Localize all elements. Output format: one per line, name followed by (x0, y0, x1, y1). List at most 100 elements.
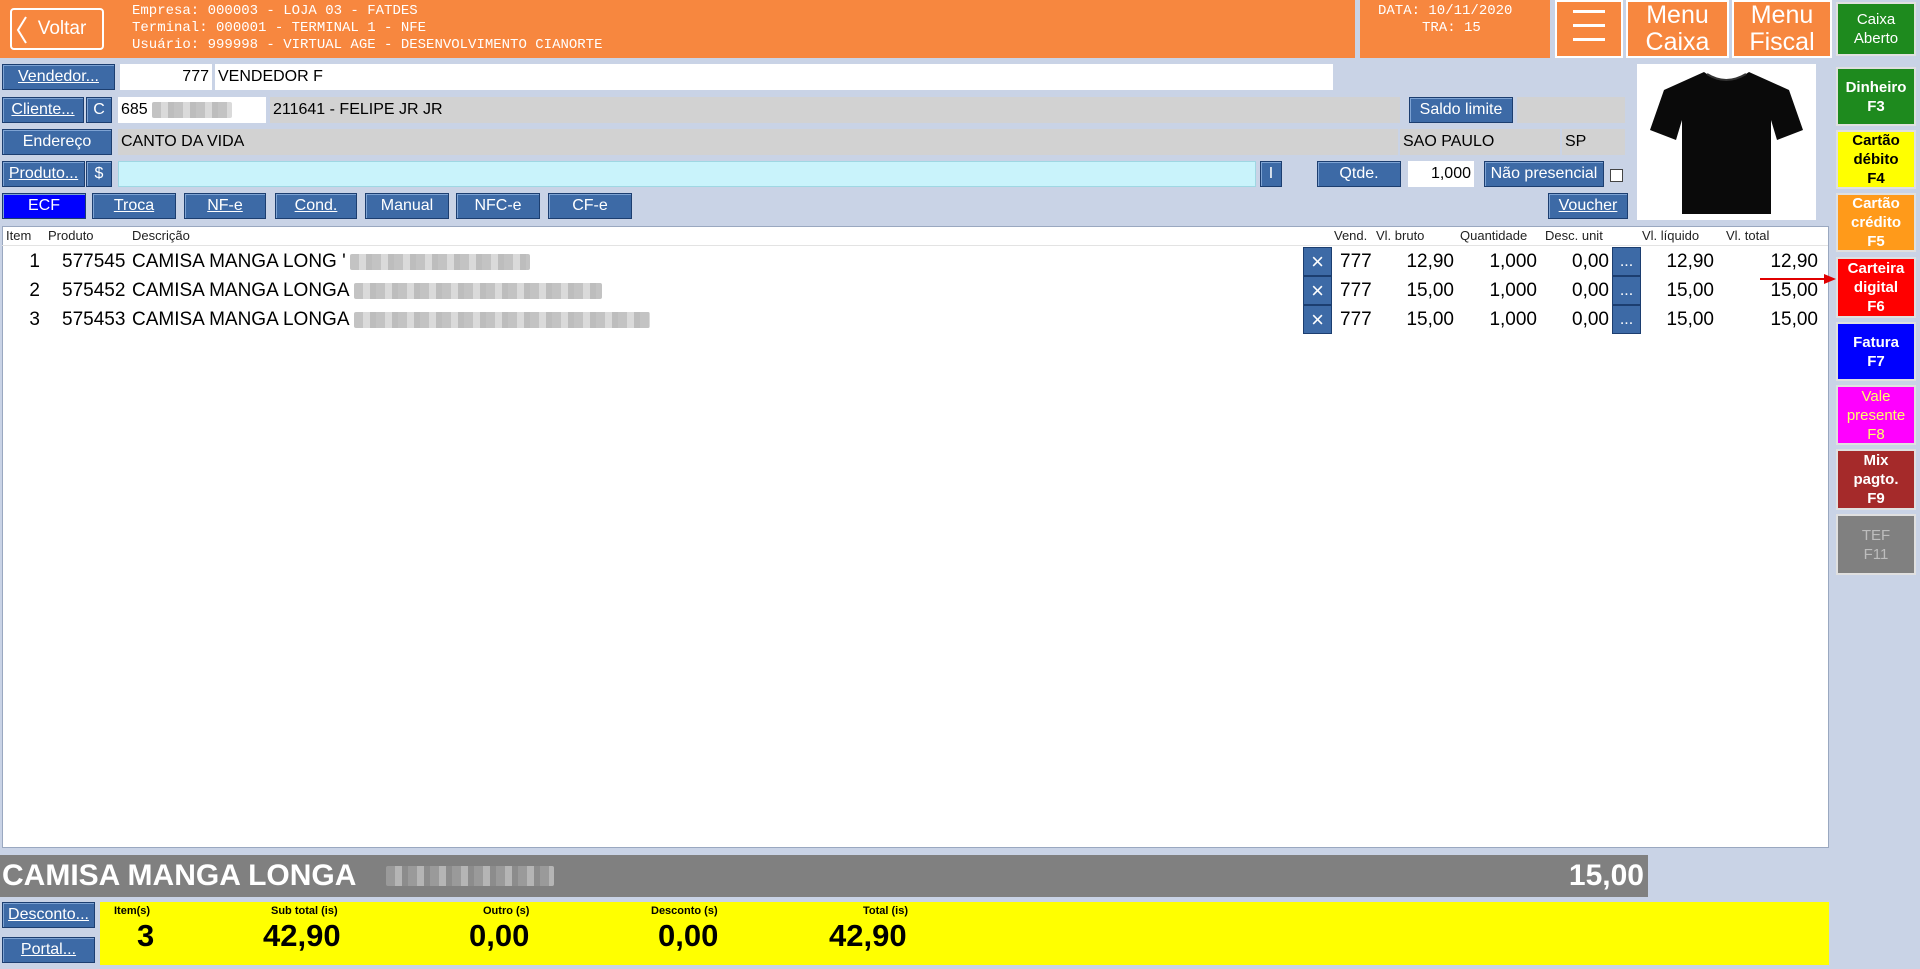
table-row[interactable]: 1 577545 CAMISA MANGA LONG ' × 777 12,90… (0, 247, 1832, 276)
cell-vl-total: 15,00 (1770, 308, 1818, 330)
pay-tef-button[interactable]: TEF F11 (1836, 514, 1916, 575)
cell-delete[interactable]: × (1303, 305, 1332, 334)
pay-carteira-digital-button[interactable]: Carteira digital F6 (1836, 257, 1916, 318)
back-button[interactable]: Voltar (10, 8, 104, 50)
cell-descricao: CAMISA MANGA LONG ' (132, 247, 530, 276)
hamburger-menu-button[interactable] (1555, 0, 1623, 58)
cell-produto: 577545 (62, 250, 126, 272)
tab-nfe[interactable]: NF-e (184, 193, 266, 219)
more-icon[interactable]: ... (1612, 305, 1641, 334)
redacted-text (353, 282, 602, 299)
cell-desc-unit: 0,00 (1572, 250, 1609, 272)
tab-ecf[interactable]: ECF (2, 193, 86, 219)
hamburger-icon (1571, 6, 1607, 52)
tab-cfe[interactable]: CF-e (548, 193, 632, 219)
nao-presencial-button[interactable]: Não presencial (1484, 161, 1604, 187)
cell-vend: 777 (1340, 250, 1372, 272)
tab-nfce[interactable]: NFC-e (456, 193, 540, 219)
value-items: 3 (137, 918, 155, 953)
cell-desc-details[interactable]: ... (1612, 276, 1641, 305)
terminal-line: Terminal: 000001 - TERMINAL 1 - NFE (132, 20, 427, 36)
i-button[interactable]: I (1260, 161, 1282, 187)
pay-dinheiro-button[interactable]: Dinheiro F3 (1836, 67, 1916, 126)
cliente-button[interactable]: Cliente... (2, 97, 84, 123)
pay-label: Vale (1861, 387, 1891, 405)
produto-search-input[interactable] (118, 161, 1256, 187)
cliente-doc-value: 685 (121, 101, 148, 118)
vendedor-button[interactable]: Vendedor... (2, 64, 115, 90)
more-icon[interactable]: ... (1612, 276, 1641, 305)
redacted-text (349, 253, 530, 270)
back-label: Voltar (37, 18, 87, 39)
endereco-button[interactable]: Endereço (2, 129, 112, 155)
qtde-button[interactable]: Qtde. (1317, 161, 1401, 187)
menu-caixa-line1: Menu (1646, 1, 1709, 29)
cell-item: 1 (29, 250, 40, 272)
close-icon[interactable]: × (1303, 305, 1332, 334)
pay-cartao-credito-button[interactable]: Cartão crédito F5 (1836, 193, 1916, 252)
caixa-status-button[interactable]: Caixa Aberto (1836, 2, 1916, 56)
menu-fiscal-button[interactable]: Menu Fiscal (1732, 0, 1832, 58)
produto-price-button[interactable]: $ (86, 161, 112, 187)
produto-button[interactable]: Produto... (2, 161, 85, 187)
cell-delete[interactable]: × (1303, 247, 1332, 276)
portal-button[interactable]: Portal... (2, 937, 95, 963)
vendedor-code-field[interactable]: 777 (120, 64, 212, 90)
cell-quantidade: 1,000 (1489, 279, 1537, 301)
pay-key: F6 (1867, 298, 1885, 315)
pay-label: Cartão (1852, 195, 1900, 212)
header-vl-total: Vl. total (1726, 228, 1770, 243)
product-image (1637, 64, 1816, 220)
redacted-text (386, 866, 554, 886)
label-desconto: Desconto (s) (651, 905, 718, 917)
current-product-price: 15,00 (1568, 859, 1644, 892)
tab-cond[interactable]: Cond. (275, 193, 357, 219)
header-item: Item (6, 228, 32, 243)
pay-label: Cartão (1852, 132, 1900, 149)
cell-quantidade: 1,000 (1489, 308, 1537, 330)
close-icon[interactable]: × (1303, 247, 1332, 276)
pay-key: F9 (1867, 490, 1885, 507)
descricao-text: CAMISA MANGA LONGA (132, 308, 350, 330)
cell-vl-liquido: 15,00 (1666, 308, 1714, 330)
cliente-doc-field[interactable]: 685 (118, 97, 266, 123)
voucher-button[interactable]: Voucher (1548, 193, 1628, 219)
tab-manual[interactable]: Manual (365, 193, 449, 219)
value-outro: 0,00 (469, 918, 530, 953)
value-subtotal: 42,90 (263, 918, 341, 953)
doc-tabs: ECF Troca NF-e Cond. Manual NFC-e CF-e (0, 193, 640, 219)
qtde-input[interactable]: 1,000 (1408, 161, 1474, 187)
saldo-limite-button[interactable]: Saldo limite (1409, 97, 1513, 123)
totals-panel (100, 902, 1829, 965)
pay-fatura-button[interactable]: Fatura F7 (1836, 322, 1916, 381)
caixa-status-line1: Caixa (1856, 11, 1896, 28)
cidade-field: SAO PAULO (1400, 129, 1560, 155)
current-product-bar: CAMISA MANGA LONGA 15,00 (0, 855, 1648, 897)
cell-desc-unit: 0,00 (1572, 279, 1609, 301)
cell-item: 3 (29, 308, 40, 330)
table-row[interactable]: 3 575453 CAMISA MANGA LONGA × 777 15,00 … (0, 305, 1832, 334)
menu-caixa-button[interactable]: Menu Caixa (1626, 0, 1729, 58)
pay-cartao-debito-button[interactable]: Cartão débito F4 (1836, 130, 1916, 189)
nao-presencial-checkbox[interactable] (1610, 169, 1623, 182)
cell-desc-details[interactable]: ... (1612, 247, 1641, 276)
pay-label: crédito (1850, 214, 1901, 231)
pay-key: F11 (1863, 545, 1889, 563)
pay-vale-presente-button[interactable]: Vale presente F8 (1836, 385, 1916, 445)
endereco-field: CANTO DA VIDA (118, 129, 1398, 155)
cliente-c-button[interactable]: C (86, 97, 112, 123)
header-vl-liquido: Vl. líquido (1642, 228, 1700, 243)
cell-delete[interactable]: × (1303, 276, 1332, 305)
desconto-button[interactable]: Desconto... (2, 902, 95, 928)
header-vl-bruto: Vl. bruto (1376, 228, 1425, 243)
label-subtotal: Sub total (is) (271, 905, 338, 917)
cell-vl-bruto: 15,00 (1406, 308, 1454, 330)
cell-desc-details[interactable]: ... (1612, 305, 1641, 334)
more-icon[interactable]: ... (1612, 247, 1641, 276)
tab-troca[interactable]: Troca (92, 193, 176, 219)
label-total: Total (is) (863, 905, 909, 917)
table-row[interactable]: 2 575452 CAMISA MANGA LONGA × 777 15,00 … (0, 276, 1832, 305)
close-icon[interactable]: × (1303, 276, 1332, 305)
descricao-text: CAMISA MANGA LONGA (132, 279, 350, 301)
pay-mix-button[interactable]: Mix pagto. F9 (1836, 449, 1916, 510)
